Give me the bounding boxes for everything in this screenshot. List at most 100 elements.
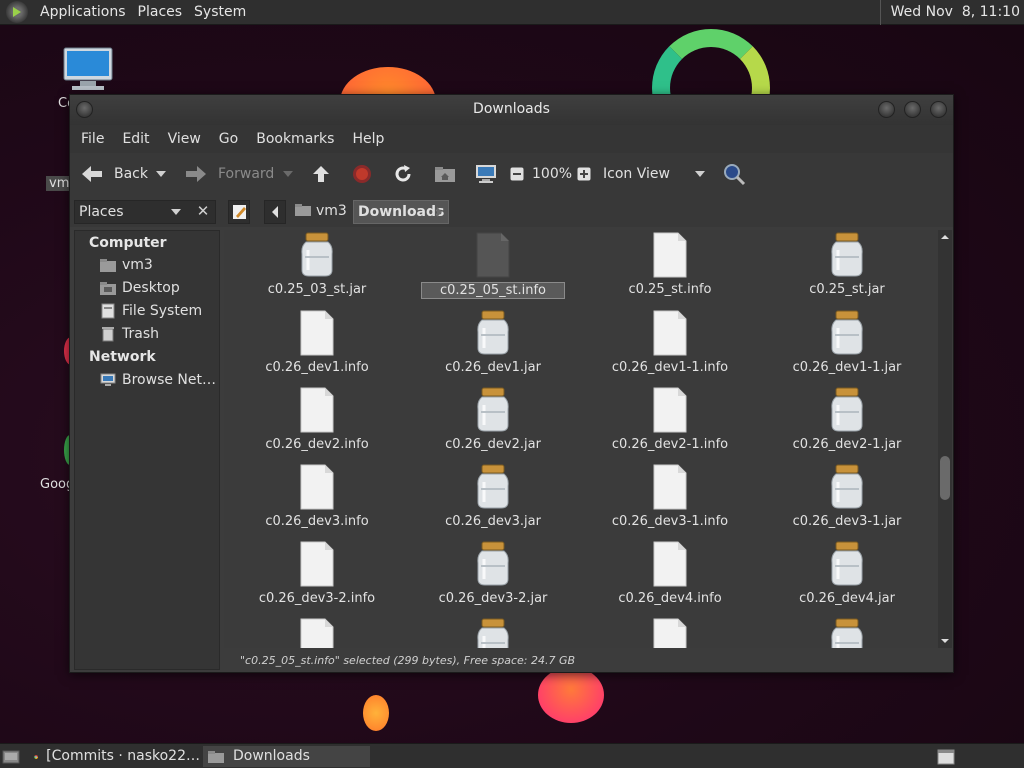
computer-button[interactable] (475, 153, 497, 195)
file-item[interactable]: c0.26_dev2-1.jar (759, 387, 935, 452)
file-item[interactable]: c0.26_dev2-1.info (582, 387, 758, 452)
file-item[interactable]: c0.26_dev3.info (229, 464, 405, 529)
chevron-right-icon (437, 207, 442, 217)
forward-button[interactable]: Forward (184, 153, 274, 195)
menu-file[interactable]: File (72, 131, 113, 147)
text-file-icon (229, 387, 405, 437)
view-mode-select[interactable]: Icon View (603, 153, 703, 195)
breadcrumb-back-button[interactable] (264, 200, 286, 224)
file-item[interactable]: c0.26_dev3-1.jar (759, 464, 935, 529)
maximize-button[interactable] (904, 101, 921, 118)
menu-view[interactable]: View (159, 131, 210, 147)
menu-edit[interactable]: Edit (113, 131, 158, 147)
clock[interactable]: Wed Nov 8, 11:10 (879, 0, 1020, 25)
edit-location-button[interactable] (228, 200, 250, 224)
file-item-partial[interactable] (582, 618, 758, 648)
back-button[interactable]: Back (80, 153, 148, 195)
file-item[interactable]: c0.25_05_st.info (405, 232, 581, 299)
sidebar-item-trash[interactable]: Trash (99, 326, 159, 342)
vertical-scrollbar[interactable] (938, 230, 952, 648)
jar-file-icon (477, 618, 509, 648)
zoom-in-button[interactable] (577, 153, 591, 195)
workspace-switcher[interactable] (937, 746, 957, 767)
chevron-down-icon (156, 171, 166, 177)
sidebar-item-label: File System (122, 303, 203, 319)
file-item[interactable]: c0.26_dev2.info (229, 387, 405, 452)
distro-logo-icon[interactable] (6, 1, 28, 23)
up-button[interactable] (311, 153, 331, 195)
window-titlebar[interactable]: Downloads (70, 95, 953, 125)
sidebar-item-label: vm3 (122, 257, 153, 273)
sidebar-item-file-system[interactable]: File System (99, 303, 202, 319)
breadcrumb-vm3[interactable]: vm3 (290, 200, 351, 224)
jar-file-icon (759, 232, 935, 282)
home-folder-icon (435, 167, 455, 182)
file-item-partial[interactable] (229, 618, 405, 648)
desktop-computer-icon[interactable] (62, 46, 114, 96)
file-item[interactable]: c0.26_dev3-1.info (582, 464, 758, 529)
show-desktop-icon (2, 750, 20, 763)
jar-file-icon (759, 387, 935, 437)
file-item-partial[interactable] (759, 618, 935, 648)
file-item[interactable]: c0.25_03_st.jar (229, 232, 405, 297)
file-item[interactable]: c0.26_dev1-1.info (582, 310, 758, 375)
home-button[interactable] (434, 153, 456, 195)
breadcrumb-downloads-label: Downloads (358, 204, 445, 220)
text-file-icon (405, 232, 581, 282)
back-label: Back (114, 166, 148, 182)
file-item[interactable]: c0.26_dev1.jar (405, 310, 581, 375)
file-item[interactable]: c0.26_dev2.jar (405, 387, 581, 452)
file-item[interactable]: c0.25_st.jar (759, 232, 935, 297)
reload-button[interactable] (393, 153, 413, 195)
search-button[interactable] (722, 153, 746, 195)
zoom-out-button[interactable] (510, 153, 524, 195)
home-folder-icon (295, 204, 311, 216)
file-item[interactable]: c0.26_dev3-2.info (229, 541, 405, 606)
scroll-down-arrow-icon[interactable] (938, 636, 952, 646)
scrollbar-thumb[interactable] (940, 456, 950, 500)
chevron-down-icon (695, 171, 705, 177)
chrome-icon (34, 754, 38, 759)
file-item-partial[interactable] (405, 618, 581, 648)
menu-go[interactable]: Go (210, 131, 247, 147)
file-item[interactable]: c0.26_dev4.info (582, 541, 758, 606)
text-file-icon (582, 387, 758, 437)
file-item[interactable]: c0.26_dev1.info (229, 310, 405, 375)
text-file-icon (582, 541, 758, 591)
show-desktop-button[interactable] (2, 746, 24, 767)
file-item[interactable]: c0.26_dev4.jar (759, 541, 935, 606)
breadcrumb-forward-button[interactable] (434, 203, 444, 221)
menu-applications[interactable]: Applications (34, 4, 132, 20)
sidebar-item-desktop[interactable]: Desktop (99, 280, 180, 296)
file-item[interactable]: c0.25_st.info (582, 232, 758, 297)
file-name: c0.26_dev3-2.info (258, 591, 376, 606)
menu-system[interactable]: System (188, 4, 252, 20)
menu-bookmarks[interactable]: Bookmarks (247, 131, 343, 147)
sidebar-item-vm3[interactable]: vm3 (99, 257, 153, 273)
back-history-dropdown[interactable] (156, 153, 166, 195)
file-name: c0.25_03_st.jar (267, 282, 367, 297)
file-item[interactable]: c0.26_dev3-2.jar (405, 541, 581, 606)
window-menu-button[interactable] (76, 101, 93, 118)
close-sidebar-button[interactable]: ✕ (192, 200, 214, 224)
task-downloads[interactable]: Downloads (203, 746, 370, 767)
stop-button[interactable] (352, 153, 372, 195)
minimize-button[interactable] (878, 101, 895, 118)
file-item[interactable]: c0.26_dev3.jar (405, 464, 581, 529)
task-chrome[interactable]: [Commits · nasko22… (34, 746, 200, 767)
forward-label: Forward (218, 166, 275, 182)
menu-places[interactable]: Places (132, 4, 189, 20)
text-file-icon (229, 464, 405, 514)
close-button[interactable] (930, 101, 947, 118)
view-mode-dropdown[interactable] (695, 153, 705, 195)
file-item[interactable]: c0.26_dev1-1.jar (759, 310, 935, 375)
sidebar-item-browse-network[interactable]: Browse Net… (99, 372, 216, 388)
zoom-level[interactable]: 100% (532, 153, 572, 195)
menu-help[interactable]: Help (343, 131, 393, 147)
task-downloads-label: Downloads (233, 748, 310, 764)
file-grid[interactable]: c0.25_03_st.jar c0.25_05_st.info c0.25_st.… (224, 230, 938, 648)
scroll-up-arrow-icon[interactable] (938, 232, 952, 242)
search-icon (724, 164, 746, 186)
jar-file-icon (759, 464, 935, 514)
forward-history-dropdown[interactable] (283, 153, 293, 195)
